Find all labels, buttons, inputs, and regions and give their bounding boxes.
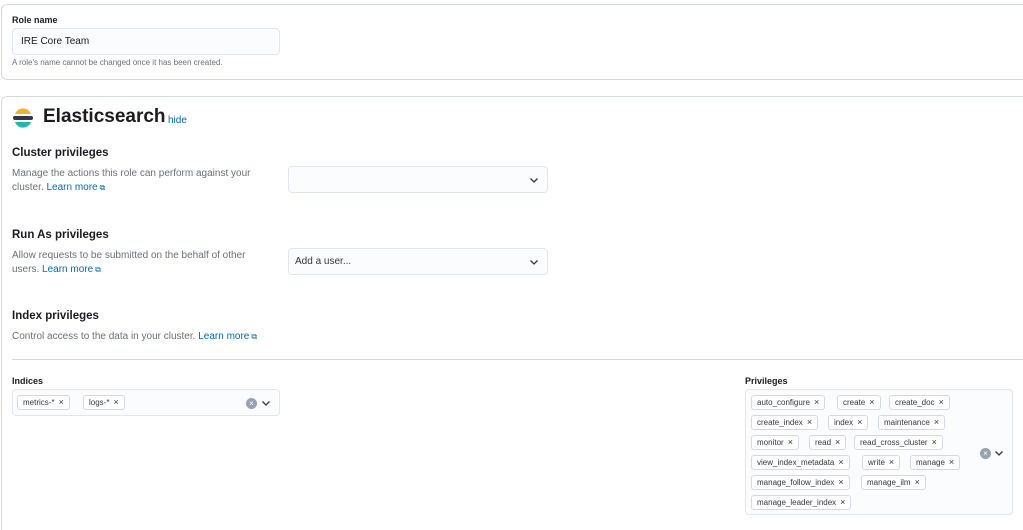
privilege-pill: create ×: [837, 395, 881, 410]
privilege-pill: view_index_metadata ×: [751, 455, 850, 470]
run-as-privileges-heading: Run As privileges: [12, 229, 109, 241]
close-icon[interactable]: ×: [889, 458, 894, 467]
privilege-pill: index ×: [828, 415, 869, 430]
privilege-pill-label: read: [815, 438, 832, 447]
index-privileges-description: Control access to the data in your clust…: [12, 330, 312, 344]
cluster-privileges-select[interactable]: [288, 166, 548, 193]
privilege-pill-label: create_doc: [895, 398, 935, 407]
privilege-pill: manage ×: [910, 455, 961, 470]
indices-label: Indices: [12, 376, 44, 386]
index-description-text: Control access to the data in your clust…: [12, 331, 196, 342]
external-link-icon: ⧉: [95, 265, 101, 274]
privilege-pill-label: read_cross_cluster: [860, 438, 928, 447]
close-icon[interactable]: ×: [932, 438, 937, 447]
privileges-combobox[interactable]: auto_configure × create × create_doc × crea…: [745, 389, 1013, 515]
privilege-pill: maintenance ×: [878, 415, 946, 430]
hide-link[interactable]: hide: [168, 115, 187, 126]
privilege-pill: manage_leader_index ×: [751, 495, 852, 510]
privilege-pill: auto_configure ×: [751, 395, 826, 410]
privilege-pill: create_doc ×: [889, 395, 950, 410]
close-icon[interactable]: ×: [840, 498, 845, 507]
privilege-pill-label: create: [843, 398, 866, 407]
privilege-pill-label: view_index_metadata: [757, 458, 835, 467]
privilege-pill-label: manage: [916, 458, 945, 467]
privilege-pill-label: manage_leader_index: [757, 498, 837, 507]
external-link-icon: ⧉: [251, 332, 258, 341]
close-icon[interactable]: ×: [838, 458, 843, 467]
close-icon[interactable]: ×: [59, 398, 64, 407]
index-pill-label: logs-*: [89, 398, 110, 407]
privilege-pill: manage_ilm ×: [861, 475, 926, 490]
elasticsearch-title: Elasticsearch: [43, 106, 166, 127]
close-icon[interactable]: ×: [869, 398, 874, 407]
privilege-pill: read ×: [809, 435, 847, 450]
chevron-down-icon: [529, 175, 539, 185]
index-pill: logs-* ×: [83, 395, 125, 410]
close-icon[interactable]: ×: [788, 438, 793, 447]
close-icon[interactable]: ×: [934, 418, 939, 427]
run-as-privileges-description: Allow requests to be submitted on the be…: [12, 249, 272, 277]
index-privileges-heading: Index privileges: [12, 310, 99, 322]
index-divider: [12, 359, 1023, 360]
role-name-help: A role's name cannot be changed once it …: [12, 58, 223, 67]
run-as-learn-more-text: Learn more: [42, 264, 94, 275]
chevron-down-icon[interactable]: [261, 398, 271, 408]
privilege-pill: manage_follow_index ×: [751, 475, 850, 490]
privilege-pill: create_index ×: [751, 415, 819, 430]
role-name-field[interactable]: IRE Core Team: [12, 28, 280, 55]
cluster-learn-more-text: Learn more: [46, 182, 98, 193]
elasticsearch-logo-icon: [12, 107, 34, 129]
close-icon[interactable]: ×: [838, 478, 843, 487]
cluster-privileges-description: Manage the actions this role can perform…: [12, 167, 272, 195]
privilege-pill-label: manage_follow_index: [757, 478, 835, 487]
index-learn-more-text: Learn more: [198, 331, 250, 342]
external-link-icon: ⧉: [99, 183, 106, 192]
role-name-label: Role name: [12, 15, 58, 25]
close-icon[interactable]: ×: [915, 478, 920, 487]
run-as-placeholder: Add a user...: [295, 256, 352, 267]
cluster-learn-more-link[interactable]: Learn more ⧉: [46, 182, 105, 193]
privileges-label: Privileges: [745, 376, 788, 386]
chevron-down-icon[interactable]: [994, 448, 1004, 458]
privilege-pill-label: maintenance: [884, 418, 930, 427]
close-icon[interactable]: ×: [807, 418, 812, 427]
privilege-pill-label: monitor: [757, 438, 784, 447]
privilege-pill-label: manage_ilm: [867, 478, 911, 487]
chevron-down-icon: [529, 257, 539, 267]
close-icon[interactable]: ×: [949, 458, 954, 467]
close-icon[interactable]: ×: [835, 438, 840, 447]
privilege-pill-label: auto_configure: [757, 398, 810, 407]
run-as-user-select[interactable]: Add a user...: [288, 248, 548, 275]
close-icon[interactable]: ×: [939, 398, 944, 407]
privilege-pill: read_cross_cluster ×: [854, 435, 943, 450]
close-icon[interactable]: ×: [857, 418, 862, 427]
cluster-privileges-heading: Cluster privileges: [12, 147, 109, 159]
run-as-learn-more-link[interactable]: Learn more ⧉: [42, 264, 101, 275]
close-icon[interactable]: ×: [814, 398, 819, 407]
privilege-pill: monitor ×: [751, 435, 799, 450]
indices-combobox[interactable]: metrics-* × logs-* × ×: [12, 389, 280, 416]
index-learn-more-link[interactable]: Learn more ⧉: [198, 331, 257, 342]
privilege-pill-label: create_index: [757, 418, 803, 427]
privilege-pill-label: write: [868, 458, 885, 467]
index-pill: metrics-* ×: [17, 395, 70, 410]
clear-icon[interactable]: ×: [246, 398, 257, 409]
index-pill-label: metrics-*: [23, 398, 55, 407]
privilege-pill: write ×: [862, 455, 901, 470]
close-icon[interactable]: ×: [113, 398, 118, 407]
clear-icon[interactable]: ×: [980, 448, 991, 459]
privilege-pill-label: index: [834, 418, 854, 427]
